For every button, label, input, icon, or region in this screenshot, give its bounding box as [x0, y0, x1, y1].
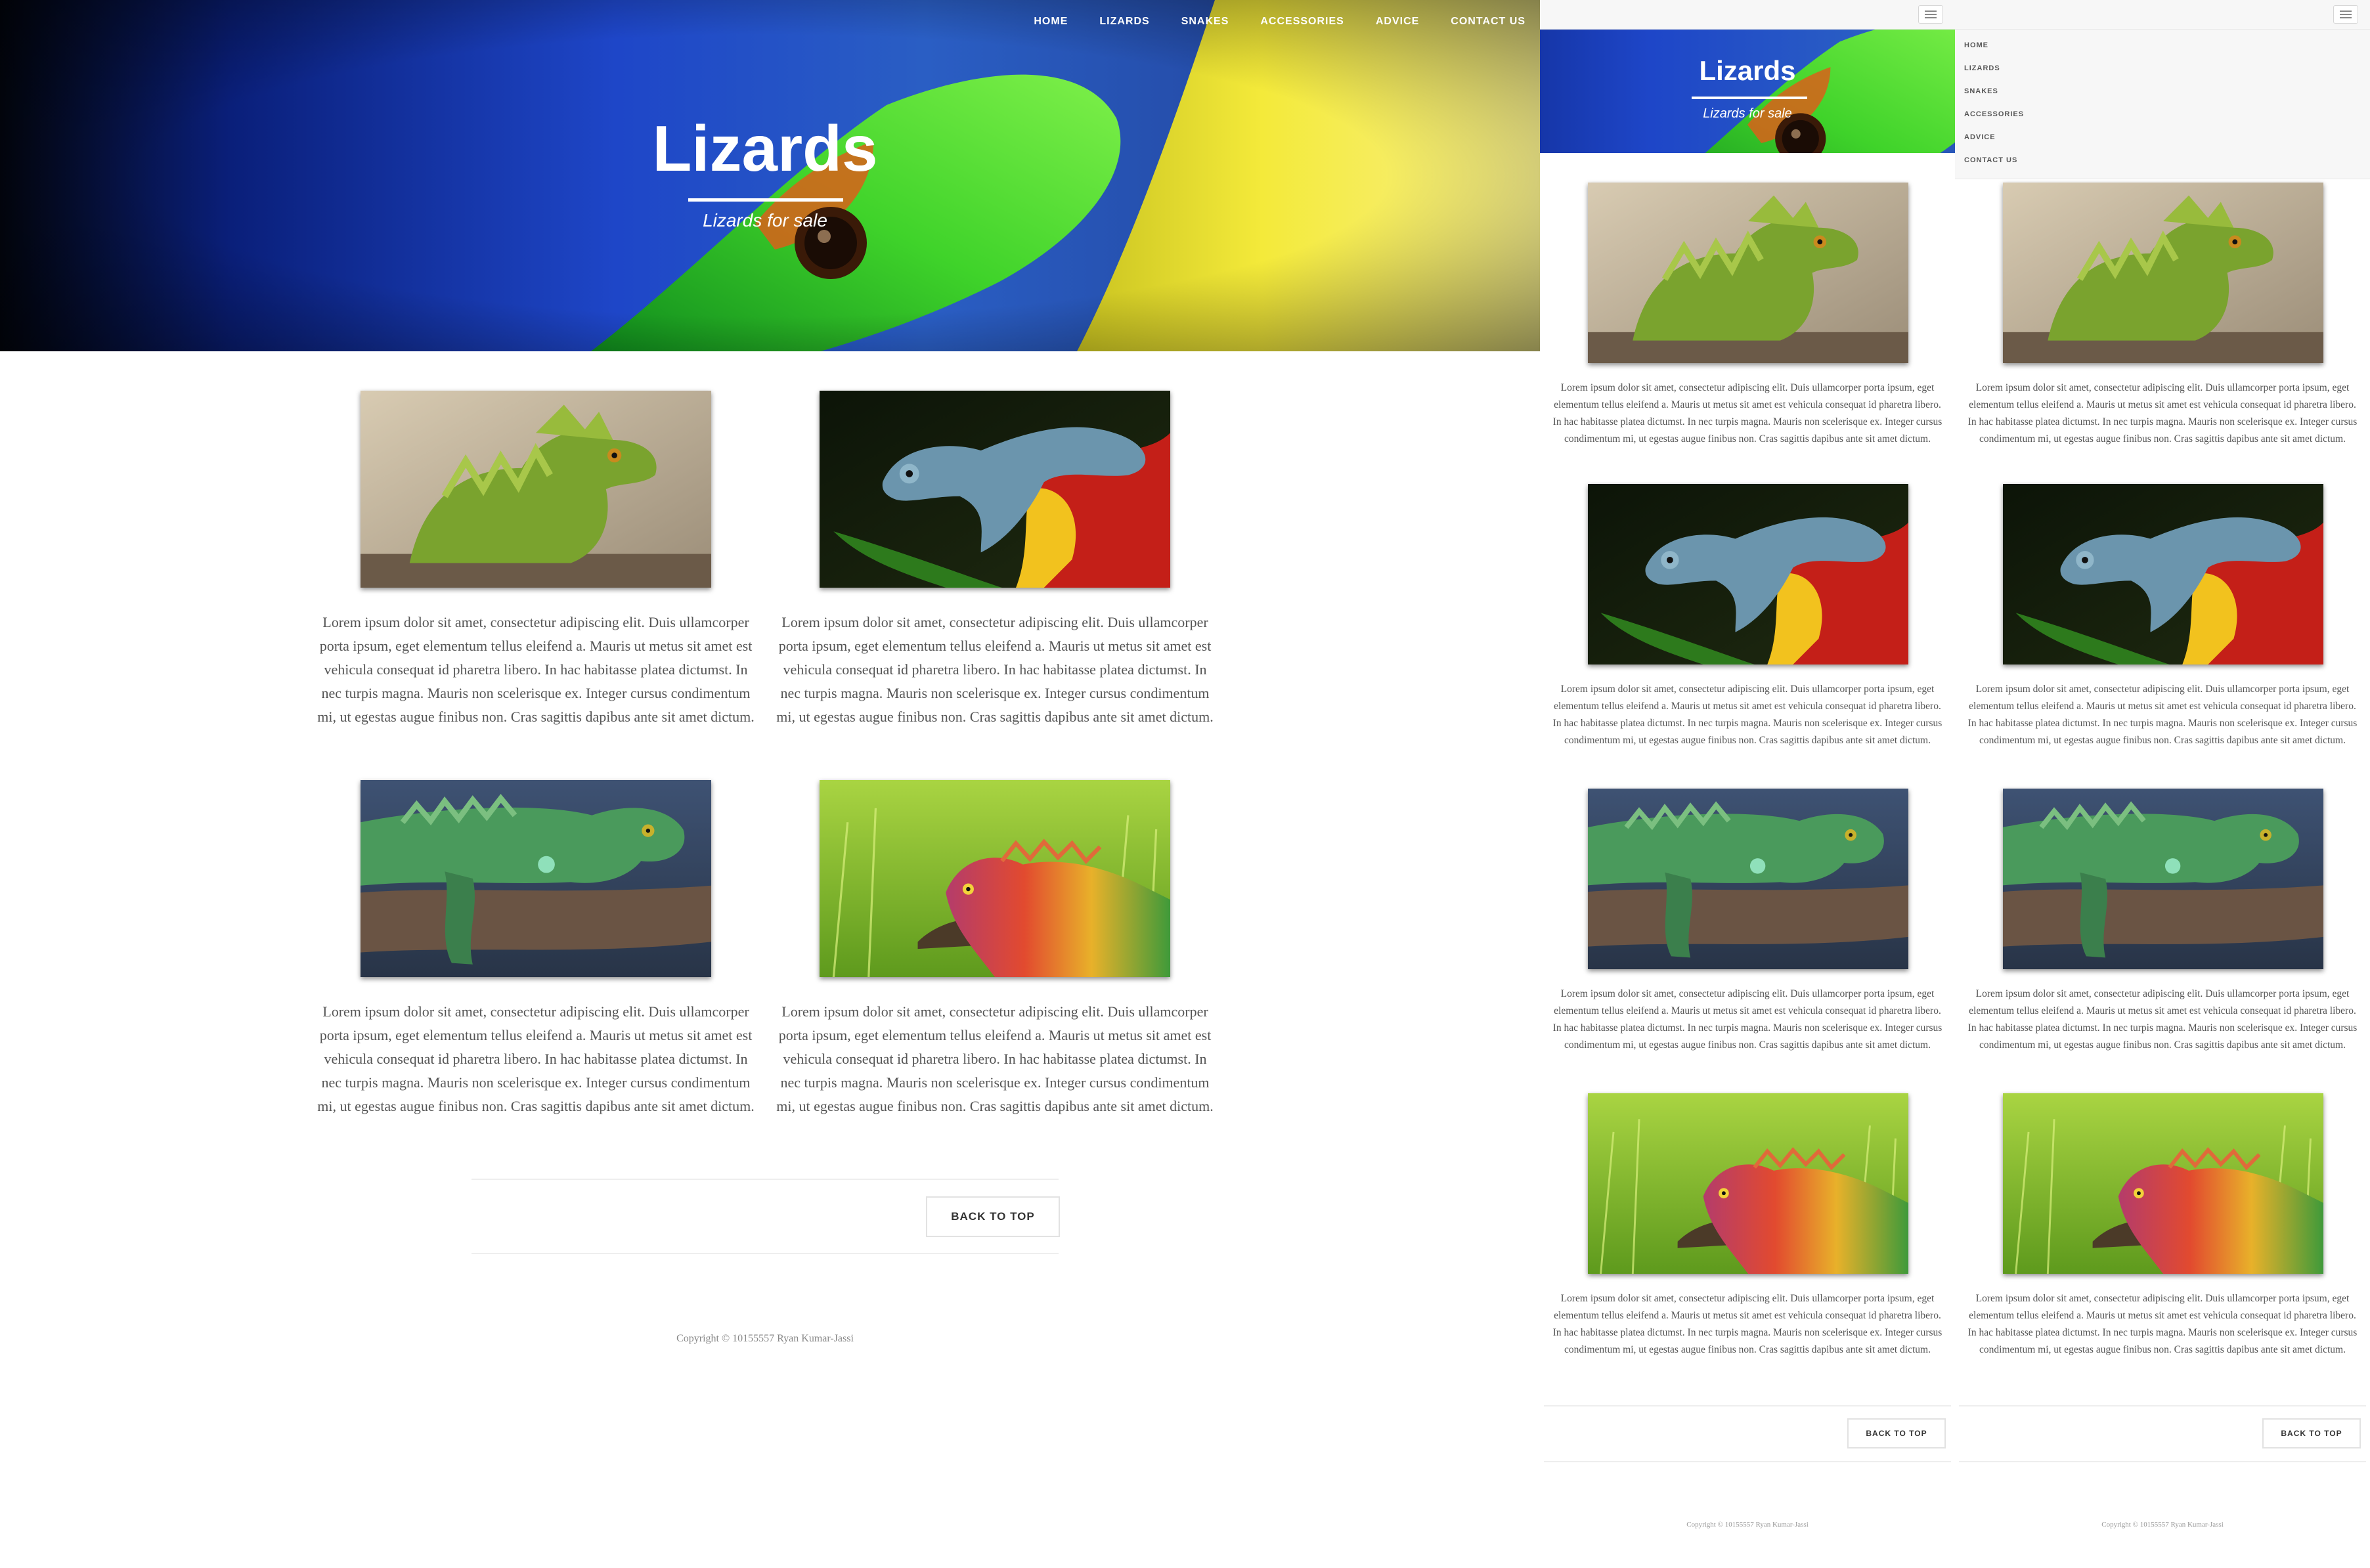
divider-bottom [1544, 1461, 1951, 1462]
card-1-text: Lorem ipsum dolor sit amet, consectetur … [317, 614, 755, 725]
copyright: Copyright © 10155557 Ryan Kumar-Jassi [2101, 1521, 2224, 1529]
mobile-view-closed: Lizards Lizards for sale Lorem ipsum dol… [1540, 0, 1955, 1568]
iguana-photo [361, 780, 711, 977]
nav-home[interactable]: HOME [1034, 16, 1068, 28]
nav-home[interactable]: HOME [1964, 41, 1988, 49]
title-underline [688, 198, 843, 202]
card-2-text: Lorem ipsum dolor sit amet, consectetur … [1552, 684, 1942, 746]
hero-banner: HOME LIZARDS SNAKES ACCESSORIES ADVICE C… [0, 0, 1540, 351]
mobile-nav-dropdown: HOME LIZARDS SNAKES ACCESSORIES ADVICE C… [1955, 30, 2370, 179]
mobile-topbar [1955, 0, 2370, 30]
nav-contact-us[interactable]: CONTACT US [1451, 16, 1525, 28]
nav-snakes[interactable]: SNAKES [1181, 16, 1229, 28]
hamburger-icon[interactable] [2333, 5, 2358, 24]
card-4-text: Lorem ipsum dolor sit amet, consectetur … [776, 1003, 1214, 1114]
nav-accessories[interactable]: ACCESSORIES [1260, 16, 1344, 28]
page-subtitle: Lizards for sale [703, 210, 827, 230]
mobile-hero [1540, 30, 1955, 153]
rainbow-iguana-photo [820, 780, 1170, 977]
iguana-photo [2003, 789, 2323, 969]
nav-contact-us[interactable]: CONTACT US [1964, 156, 2017, 164]
copyright: Copyright © 10155557 Ryan Kumar-Jassi [676, 1333, 854, 1344]
back-to-top-button[interactable]: BACK TO TOP [2262, 1418, 2361, 1448]
card-1-text: Lorem ipsum dolor sit amet, consectetur … [1552, 382, 1942, 445]
divider-top [1544, 1405, 1951, 1406]
nav-accessories[interactable]: ACCESSORIES [1964, 110, 2024, 118]
divider-bottom [1959, 1461, 2366, 1462]
nav-advice[interactable]: ADVICE [1964, 133, 1996, 141]
card-3-text: Lorem ipsum dolor sit amet, consectetur … [1967, 988, 2358, 1051]
page-title: Lizards [652, 112, 878, 185]
copyright: Copyright © 10155557 Ryan Kumar-Jassi [1686, 1521, 1809, 1529]
basilisk-photo [2003, 183, 2323, 363]
nav-lizards[interactable]: LIZARDS [1964, 64, 2000, 72]
basilisk-photo [361, 391, 711, 588]
nav-advice[interactable]: ADVICE [1376, 16, 1419, 28]
card-4-text: Lorem ipsum dolor sit amet, consectetur … [1967, 1293, 2358, 1355]
nav-snakes[interactable]: SNAKES [1964, 87, 1998, 95]
chameleon-photo [2003, 484, 2323, 664]
back-to-top-button[interactable]: BACK TO TOP [926, 1196, 1060, 1237]
rainbow-iguana-photo [2003, 1093, 2323, 1274]
divider-top [1959, 1405, 2366, 1406]
card-4-text: Lorem ipsum dolor sit amet, consectetur … [1552, 1293, 1942, 1355]
card-2-text: Lorem ipsum dolor sit amet, consectetur … [776, 614, 1214, 725]
card-2-text: Lorem ipsum dolor sit amet, consectetur … [1967, 684, 2358, 746]
divider-bottom [472, 1253, 1059, 1254]
page-title: Lizards [1699, 55, 1796, 86]
back-to-top-button[interactable]: BACK TO TOP [1847, 1418, 1946, 1448]
title-underline [1692, 97, 1807, 99]
main-nav: HOME LIZARDS SNAKES ACCESSORIES ADVICE C… [1002, 16, 1525, 28]
chameleon-photo [1588, 484, 1908, 664]
card-3-text: Lorem ipsum dolor sit amet, consectetur … [1552, 988, 1942, 1051]
mobile-topbar [1540, 0, 1955, 30]
hamburger-icon[interactable] [1918, 5, 1943, 24]
rainbow-iguana-photo [1588, 1093, 1908, 1274]
basilisk-photo [1588, 183, 1908, 363]
divider-top [472, 1179, 1059, 1180]
card-3-text: Lorem ipsum dolor sit amet, consectetur … [317, 1003, 755, 1114]
desktop-view: HOME LIZARDS SNAKES ACCESSORIES ADVICE C… [0, 0, 1540, 1568]
nav-lizards[interactable]: LIZARDS [1099, 16, 1149, 28]
page-subtitle: Lizards for sale [1703, 106, 1792, 121]
iguana-photo [1588, 789, 1908, 969]
chameleon-photo [820, 391, 1170, 588]
mobile-view-menu-open: HOME LIZARDS SNAKES ACCESSORIES ADVICE C… [1955, 0, 2370, 1568]
gecko-hero-image [1540, 30, 1955, 153]
card-1-text: Lorem ipsum dolor sit amet, consectetur … [1967, 382, 2358, 445]
